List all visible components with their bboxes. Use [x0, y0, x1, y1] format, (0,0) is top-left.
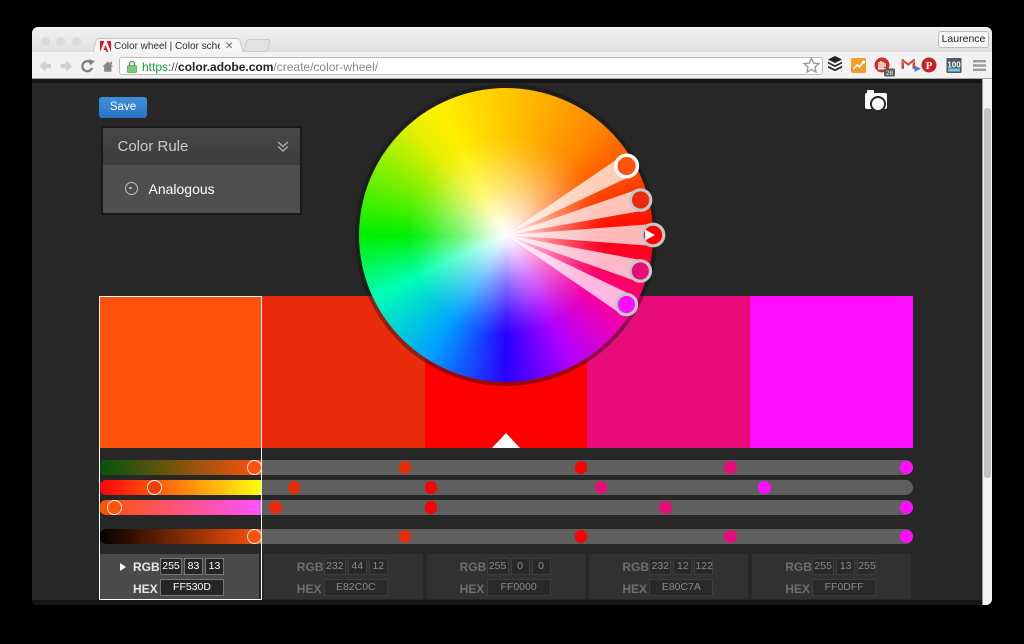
svg-text:28: 28	[886, 70, 894, 77]
svg-text:100: 100	[947, 61, 961, 70]
svg-text:P: P	[926, 60, 933, 72]
